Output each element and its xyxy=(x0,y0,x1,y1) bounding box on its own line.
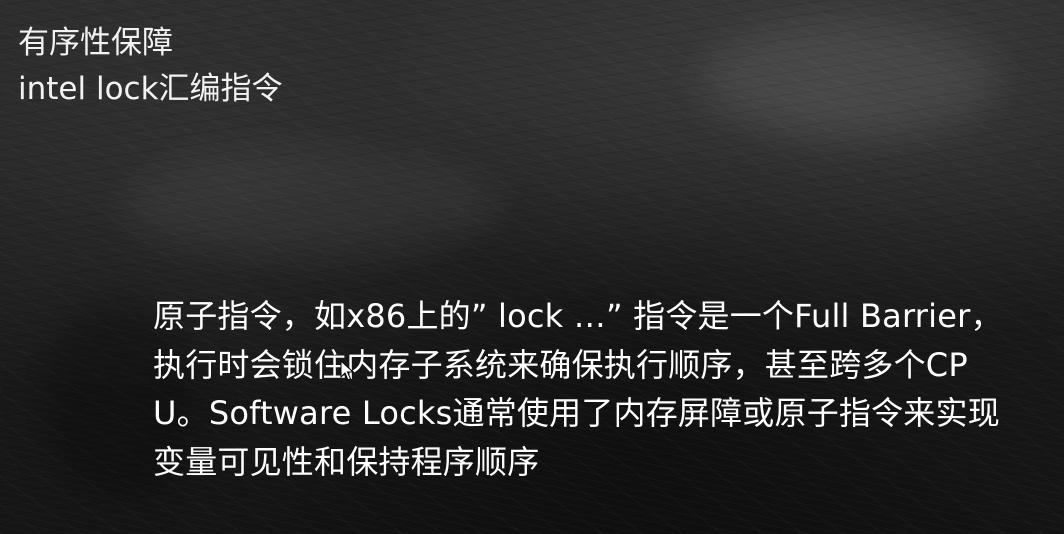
mouse-cursor-icon xyxy=(340,360,354,381)
body-paragraph: 原子指令，如x86上的” lock …” 指令是一个Full Barrier，执… xyxy=(153,297,1003,481)
chalk-smudge xyxy=(700,20,1000,140)
chalk-smudge xyxy=(120,150,500,260)
title-line-1: 有序性保障 xyxy=(18,25,173,61)
slide-title: 有序性保障 intel lock汇编指令 xyxy=(18,20,283,112)
chalkboard-slide: 有序性保障 intel lock汇编指令 原子指令，如x86上的” lock …… xyxy=(0,0,1064,534)
title-line-2: intel lock汇编指令 xyxy=(18,71,283,107)
